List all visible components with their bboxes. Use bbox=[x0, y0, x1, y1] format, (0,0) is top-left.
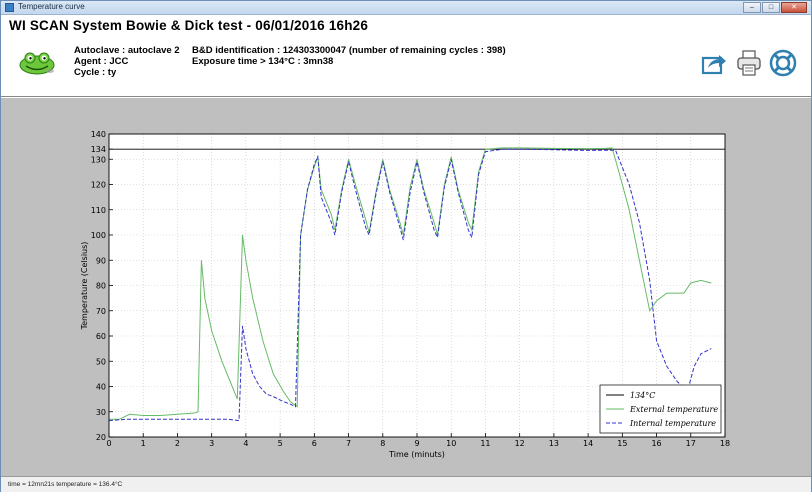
x-tick-label: 15 bbox=[617, 439, 627, 448]
y-tick-label: 70 bbox=[96, 307, 106, 316]
x-tick-label: 11 bbox=[480, 439, 490, 448]
x-tick-label: 14 bbox=[583, 439, 593, 448]
y-tick-label: 40 bbox=[96, 383, 106, 392]
autoclave-label: Autoclave : autoclave 2 bbox=[74, 45, 180, 56]
y-tick-label: 30 bbox=[96, 408, 106, 417]
x-tick-label: 5 bbox=[278, 439, 283, 448]
x-tick-label: 18 bbox=[720, 439, 730, 448]
x-tick-label: 4 bbox=[243, 439, 248, 448]
x-tick-label: 13 bbox=[549, 439, 559, 448]
test-info: B&D identification : 124303300047 (numbe… bbox=[192, 45, 506, 67]
legend-label-2: Internal temperature bbox=[629, 419, 716, 428]
cycle-label: Cycle : ty bbox=[74, 67, 117, 78]
y-tick-label: 100 bbox=[91, 231, 106, 240]
y-tick-label: 110 bbox=[91, 206, 106, 215]
y-tick-label: 50 bbox=[96, 357, 106, 366]
maximize-button[interactable]: □ bbox=[762, 2, 780, 13]
x-tick-label: 10 bbox=[446, 439, 456, 448]
x-tick-label: 3 bbox=[209, 439, 214, 448]
y-tick-label: 20 bbox=[96, 433, 106, 442]
x-tick-label: 8 bbox=[380, 439, 385, 448]
x-tick-label: 16 bbox=[651, 439, 661, 448]
export-icon[interactable] bbox=[700, 49, 728, 77]
window-title: Temperature curve bbox=[18, 2, 85, 11]
frog-logo-icon bbox=[19, 52, 55, 75]
window-titlebar[interactable]: Temperature curve – □ ✕ bbox=[1, 1, 811, 15]
temperature-chart[interactable]: 0 1 2 3 4 5 6 7 8 9 10 11 12 13 14 15 16 17 18203040506070… bbox=[1, 98, 811, 476]
x-tick-label: 17 bbox=[686, 439, 696, 448]
help-icon[interactable] bbox=[769, 49, 797, 77]
y-tick-label: 140 bbox=[91, 130, 106, 139]
chart-panel: 0 1 2 3 4 5 6 7 8 9 10 11 12 13 14 15 16 17 18 20 30 40 50 60 70… bbox=[1, 98, 811, 476]
identification-label: B&D identification : 124303300047 (numbe… bbox=[192, 45, 506, 56]
application-window: Temperature curve – □ ✕ WI SCAN System B… bbox=[0, 0, 812, 492]
status-bar: time = 12mn21s temperature = 136.4°C bbox=[1, 476, 811, 492]
printer-icon[interactable] bbox=[735, 49, 763, 77]
y-tick-label: 134 bbox=[91, 145, 106, 154]
y-tick-label: 80 bbox=[96, 282, 106, 291]
y-axis-label: Temperature (Celsius) bbox=[80, 242, 89, 331]
y-tick-label: 90 bbox=[96, 256, 106, 265]
y-tick-label: 130 bbox=[91, 155, 106, 164]
x-tick-label: 12 bbox=[515, 439, 525, 448]
report-header: WI SCAN System Bowie & Dick test - 06/01… bbox=[1, 15, 811, 97]
status-text: time = 12mn21s temperature = 136.4°C bbox=[8, 481, 123, 488]
close-button[interactable]: ✕ bbox=[781, 2, 807, 13]
agent-label: Agent : JCC bbox=[74, 56, 129, 67]
x-tick-label: 6 bbox=[312, 439, 317, 448]
y-tick-label: 60 bbox=[96, 332, 106, 341]
minimize-button[interactable]: – bbox=[743, 2, 761, 13]
window-controls: – □ ✕ bbox=[743, 2, 807, 13]
page-title: WI SCAN System Bowie & Dick test - 06/01… bbox=[9, 18, 369, 33]
exposure-label: Exposure time > 134°C : 3mn38 bbox=[192, 56, 334, 67]
app-icon bbox=[5, 3, 14, 12]
x-tick-label: 2 bbox=[175, 439, 180, 448]
legend-label-0: 134°C bbox=[630, 391, 655, 400]
cycle-info: Autoclave : autoclave 2 Agent : JCC Cycl… bbox=[74, 45, 180, 78]
x-tick-label: 0 bbox=[106, 439, 111, 448]
y-tick-label: 120 bbox=[91, 181, 106, 190]
x-tick-label: 1 bbox=[141, 439, 146, 448]
x-axis-label: Time (minuts) bbox=[388, 450, 445, 459]
x-tick-label: 7 bbox=[346, 439, 351, 448]
x-tick-label: 9 bbox=[414, 439, 419, 448]
legend-label-1: External temperature bbox=[629, 405, 718, 414]
